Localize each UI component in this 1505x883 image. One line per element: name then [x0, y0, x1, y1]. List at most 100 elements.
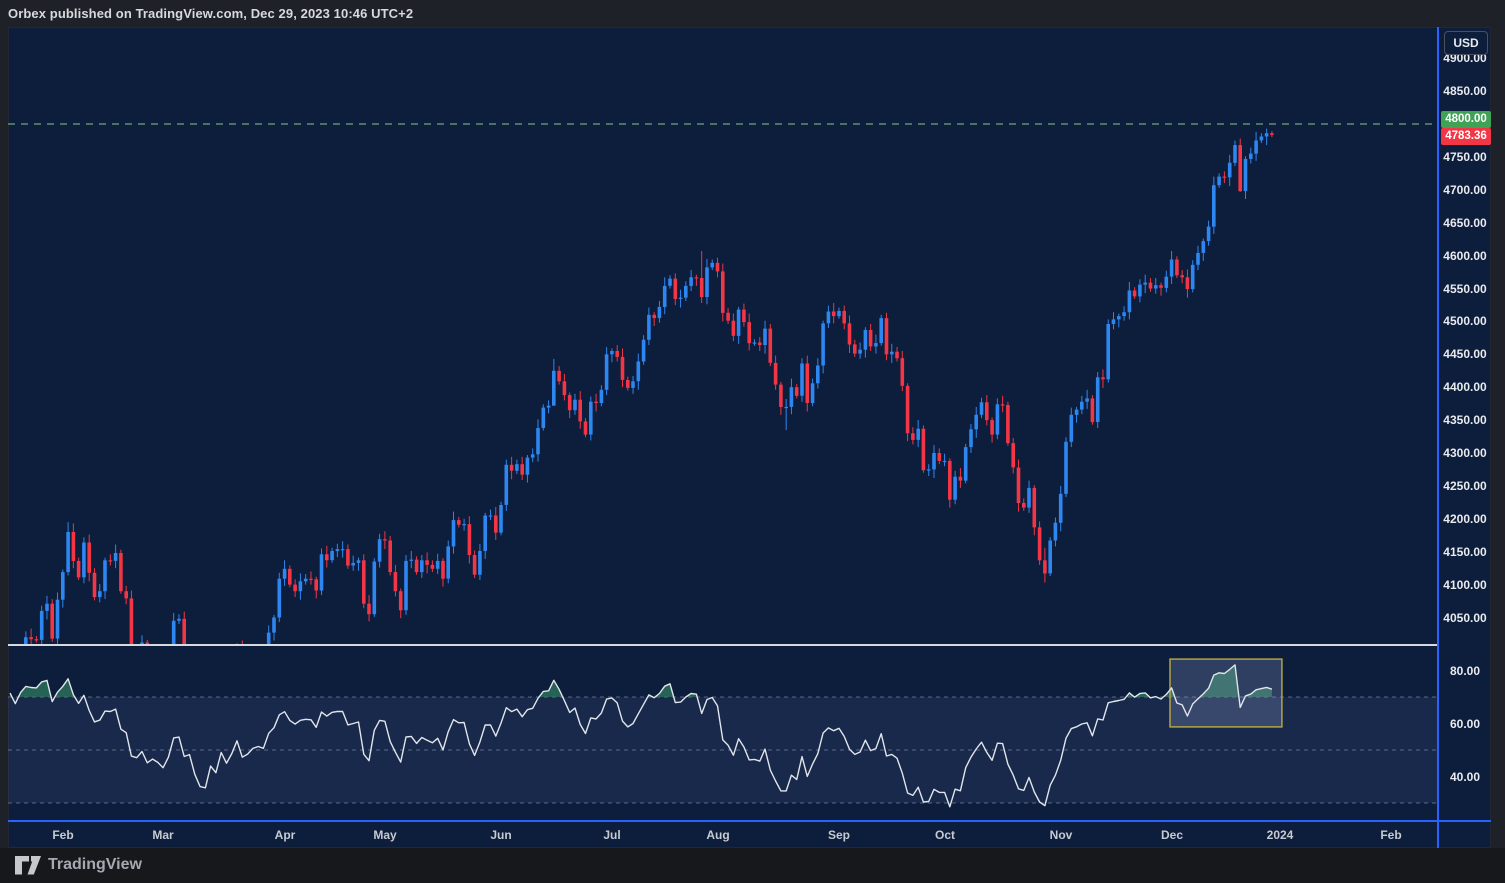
candle-body [1085, 398, 1089, 401]
rsi-tick-label: 80.00 [1439, 664, 1491, 678]
candle-body [1054, 523, 1058, 541]
candle-body [1217, 177, 1221, 186]
time-axis-label-nov: Nov [1050, 828, 1073, 842]
footer-bar: TradingView [0, 848, 1505, 883]
price-tick-label: 4250.00 [1439, 479, 1491, 493]
candle-body [1011, 443, 1015, 467]
candle-body [674, 279, 678, 299]
candle-body [705, 267, 709, 297]
candle-body [637, 362, 641, 382]
candle-body [811, 383, 815, 403]
candle-body [938, 453, 942, 461]
tradingview-brand-text[interactable]: TradingView [48, 856, 142, 874]
candle-body [996, 404, 1000, 434]
time-axis-label-oct: Oct [935, 828, 955, 842]
candle-body [114, 553, 118, 561]
price-tick-label: 4150.00 [1439, 545, 1491, 559]
candle-body [774, 363, 778, 385]
candle-body [1080, 402, 1084, 410]
candle-body [557, 371, 561, 382]
candle-body [526, 458, 530, 475]
candle-body [1170, 260, 1174, 277]
price-tick-label: 4100.00 [1439, 578, 1491, 592]
candle-body [478, 551, 482, 575]
candle-body [874, 343, 878, 346]
candle-body [45, 604, 49, 611]
candle-body [747, 322, 751, 343]
candle-body [378, 539, 382, 561]
candle-body [373, 562, 377, 615]
candle-body [40, 611, 44, 640]
candle-body [98, 591, 102, 597]
candle-body [72, 532, 76, 561]
candle-body [980, 402, 984, 415]
candle-body [1106, 324, 1110, 379]
candle-body [932, 453, 936, 469]
candle-body [763, 329, 767, 345]
time-axis[interactable]: FebMarAprMayJunJulAugSepOctNovDec2024Feb [8, 822, 1437, 848]
candle-body [626, 380, 630, 388]
rsi-pane[interactable] [8, 646, 1437, 820]
candle-body [489, 516, 493, 517]
candle-body [182, 619, 186, 645]
candle-body [842, 311, 846, 324]
time-axis-label-jun: Jun [490, 828, 511, 842]
candle-body [1022, 503, 1026, 508]
candle-body [494, 516, 498, 533]
candle-body [779, 385, 783, 407]
candle-body [288, 569, 292, 585]
candle-body [1017, 468, 1021, 504]
candle-body [1033, 488, 1037, 528]
candle-body [436, 561, 440, 569]
candle-body [50, 604, 54, 639]
candle-body [520, 464, 524, 475]
candle-body [695, 277, 699, 278]
candle-body [927, 469, 931, 470]
candle-body [330, 551, 334, 560]
candle-body [309, 579, 313, 580]
candle-body [1038, 527, 1042, 560]
rsi-highlight-box[interactable] [1170, 659, 1282, 727]
candle-body [531, 454, 535, 457]
candle-body [399, 591, 403, 610]
candle-body [320, 554, 324, 590]
candle-body [647, 315, 651, 340]
price-axis[interactable]: 4050.004100.004150.004200.004250.004300.… [1437, 27, 1491, 848]
candle-body [806, 364, 810, 404]
candle-body [1048, 541, 1052, 574]
chart-area[interactable]: FebMarAprMayJunJulAugSepOctNovDec2024Feb… [8, 27, 1491, 848]
candle-body [916, 429, 920, 440]
time-axis-label-jul: Jul [603, 828, 620, 842]
candle-body [1254, 141, 1258, 154]
currency-usd-button[interactable]: USD [1444, 31, 1488, 55]
candle-body [1270, 133, 1274, 135]
candle-body [621, 357, 625, 380]
tradingview-logo-icon[interactable] [14, 856, 42, 876]
candle-body [610, 351, 614, 354]
candle-body [457, 520, 461, 525]
time-axis-label-2024: 2024 [1267, 828, 1294, 842]
candle-body [895, 352, 899, 359]
candle-body [1244, 159, 1248, 191]
candle-body [795, 387, 799, 396]
candle-body [1138, 285, 1142, 297]
candle-body [1112, 319, 1116, 324]
time-axis-label-may: May [373, 828, 396, 842]
candle-body [35, 639, 39, 640]
price-pane[interactable] [8, 27, 1437, 645]
candle-body [858, 350, 862, 354]
candle-body [404, 561, 408, 610]
candle-body [922, 429, 926, 471]
candle-body [821, 323, 825, 365]
candle-body [848, 323, 852, 344]
candle-body [1165, 277, 1169, 288]
candle-body [584, 421, 588, 434]
candle-body [499, 505, 503, 533]
candle-body [969, 429, 973, 447]
candle-body [742, 310, 746, 323]
candle-body [283, 569, 287, 579]
candle-body [615, 351, 619, 357]
candle-body [388, 541, 392, 573]
candle-body [1143, 283, 1147, 285]
candle-body [515, 464, 519, 471]
